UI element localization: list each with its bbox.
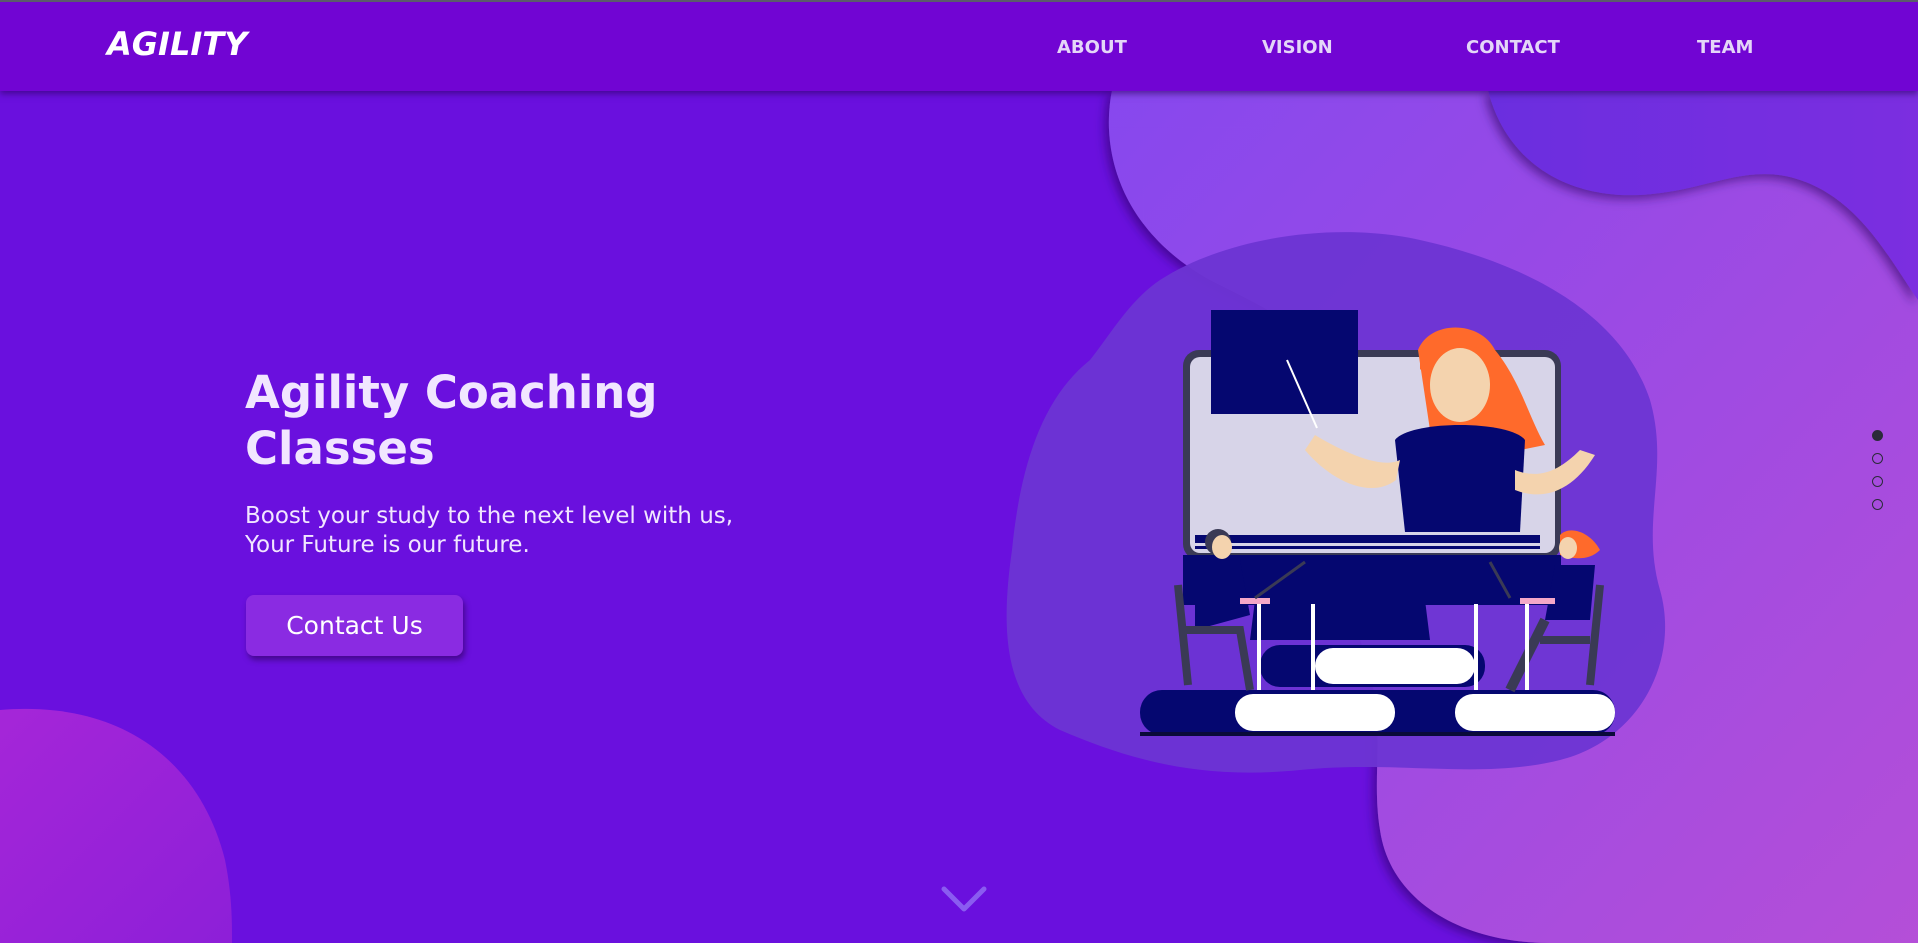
navbar: AGILITY ABOUT VISION CONTACT TEAM — [0, 0, 1918, 91]
nav-link-contact[interactable]: CONTACT — [1466, 39, 1560, 57]
slide-dot-3[interactable] — [1872, 476, 1883, 487]
hero-subtitle: Boost your study to the next level with … — [245, 503, 734, 558]
slide-indicator — [1872, 430, 1886, 522]
brand-logo[interactable]: AGILITY — [107, 28, 247, 60]
contact-us-button[interactable]: Contact Us — [246, 595, 463, 656]
page: AGILITY ABOUT VISION CONTACT TEAM Agilit… — [0, 0, 1918, 943]
nav-link-team[interactable]: TEAM — [1697, 39, 1753, 57]
hero-title: Agility Coaching Classes — [245, 366, 658, 475]
slide-dot-4[interactable] — [1872, 499, 1883, 510]
nav-link-about[interactable]: ABOUT — [1057, 39, 1127, 57]
bottom-left-blob-shape — [0, 708, 232, 943]
nav-link-vision[interactable]: VISION — [1262, 39, 1333, 57]
slide-dot-1[interactable] — [1872, 430, 1883, 441]
chevron-down-icon[interactable] — [940, 885, 988, 915]
slide-dot-2[interactable] — [1872, 453, 1883, 464]
